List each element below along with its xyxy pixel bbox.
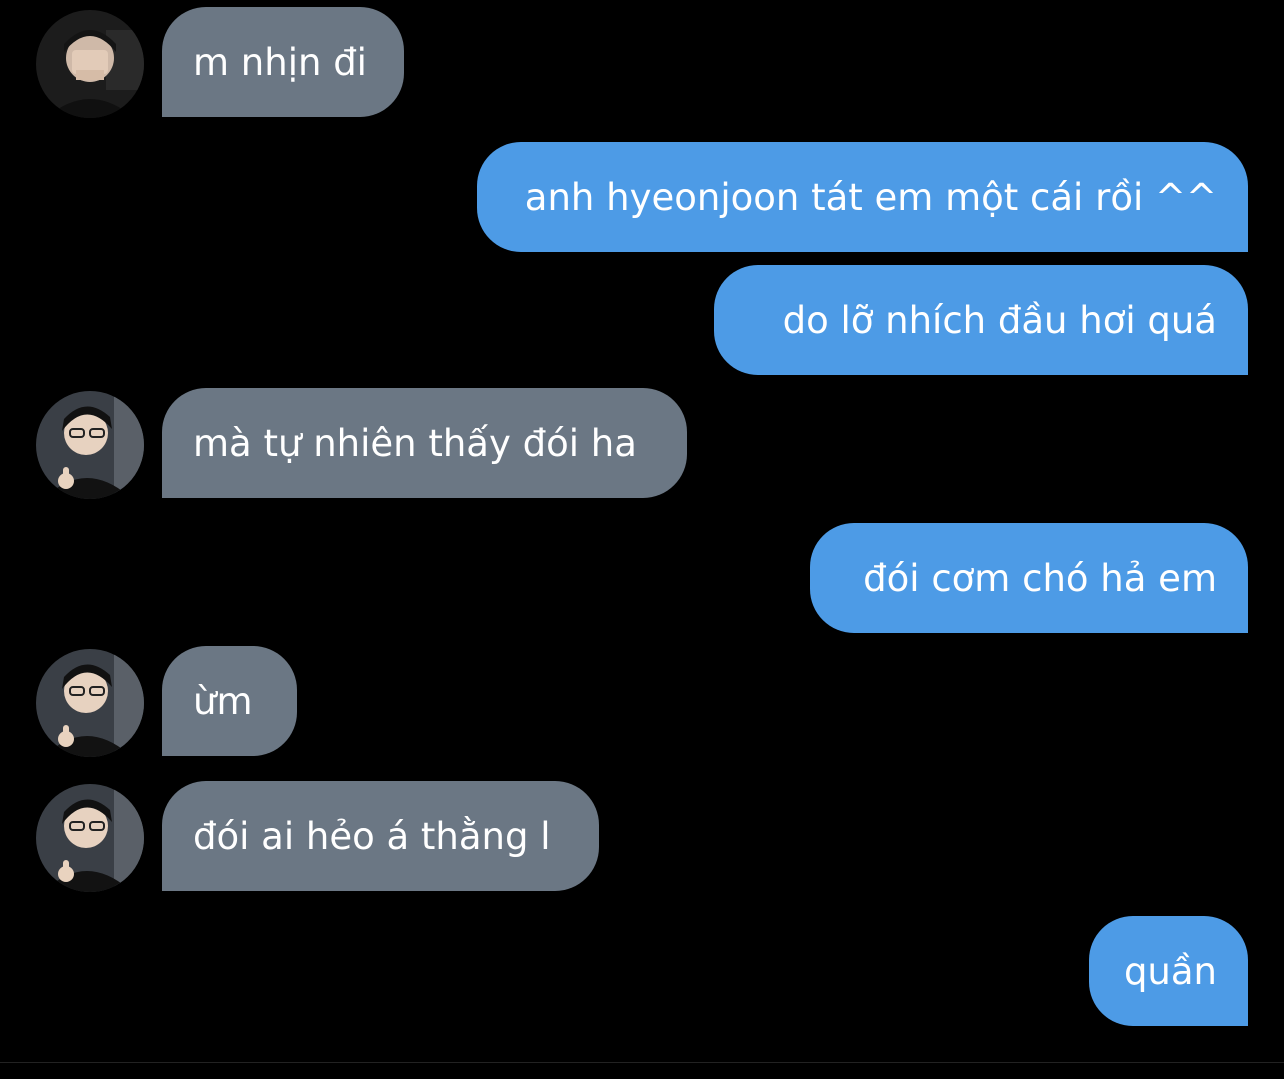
- incoming-message-bubble[interactable]: mà tự nhiên thấy đói ha: [162, 388, 687, 498]
- contact-avatar[interactable]: [36, 784, 144, 892]
- message-text: quần: [1123, 949, 1217, 993]
- avatar-thumbs-up-icon: [36, 784, 144, 892]
- incoming-message-bubble[interactable]: m nhịn đi: [162, 7, 404, 117]
- contact-avatar[interactable]: [36, 391, 144, 499]
- message-text: do lỡ nhích đầu hơi quá: [782, 298, 1217, 342]
- message-text: m nhịn đi: [193, 40, 367, 84]
- message-text: mà tự nhiên thấy đói ha: [193, 421, 637, 465]
- outgoing-message-bubble[interactable]: quần: [1089, 916, 1248, 1026]
- avatar-thumbs-up-icon: [36, 391, 144, 499]
- outgoing-message-bubble[interactable]: đói cơm chó hả em: [810, 523, 1248, 633]
- chat-thread: m nhịn đi anh hyeonjoon tát em một cái r…: [0, 0, 1284, 1079]
- outgoing-message-bubble[interactable]: anh hyeonjoon tát em một cái rồi ^^: [477, 142, 1248, 252]
- message-text: đói cơm chó hả em: [863, 556, 1217, 600]
- avatar-hand-over-face-icon: [36, 10, 144, 118]
- message-text: đói ai hẻo á thằng l: [193, 814, 551, 858]
- contact-avatar[interactable]: [36, 10, 144, 118]
- contact-avatar[interactable]: [36, 649, 144, 757]
- incoming-message-bubble[interactable]: ừm: [162, 646, 297, 756]
- avatar-thumbs-up-icon: [36, 649, 144, 757]
- outgoing-message-bubble[interactable]: do lỡ nhích đầu hơi quá: [714, 265, 1248, 375]
- message-text: anh hyeonjoon tát em một cái rồi ^^: [524, 175, 1217, 219]
- incoming-message-bubble[interactable]: đói ai hẻo á thằng l: [162, 781, 599, 891]
- message-text: ừm: [193, 679, 253, 723]
- bottom-divider: [0, 1062, 1284, 1063]
